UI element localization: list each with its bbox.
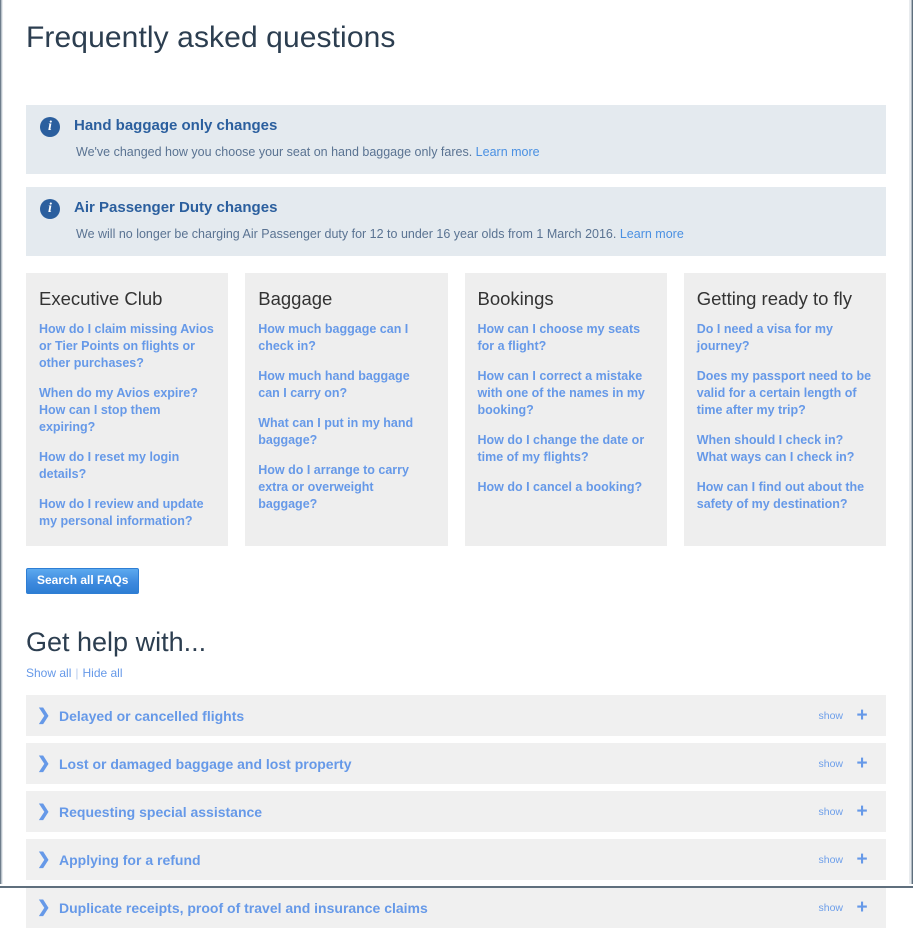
faq-question-link[interactable]: How do I arrange to carry extra or overw…: [258, 462, 434, 513]
faq-category-cards: Executive Club How do I claim missing Av…: [26, 273, 886, 546]
window-right-edge: [909, 0, 913, 888]
faq-question-list: How much baggage can I check in? How muc…: [258, 321, 434, 513]
window-bottom-edge: [0, 884, 913, 888]
plus-icon[interactable]: +: [855, 754, 869, 773]
accordion-show-label: show: [818, 805, 843, 818]
accordion-show-label: show: [818, 901, 843, 914]
faq-question-link[interactable]: How much hand baggage can I carry on?: [258, 368, 434, 402]
list-item: How do I claim missing Avios or Tier Poi…: [39, 321, 215, 372]
list-item: What can I put in my hand baggage?: [258, 415, 434, 449]
list-item: How do I change the date or time of my f…: [478, 432, 654, 466]
faq-question-link[interactable]: How do I review and update my personal i…: [39, 496, 215, 530]
faq-question-link[interactable]: How do I change the date or time of my f…: [478, 432, 654, 466]
chevron-right-icon: ❯: [37, 706, 51, 724]
card-title: Executive Club: [39, 288, 163, 309]
chevron-right-icon: ❯: [37, 754, 51, 772]
learn-more-link[interactable]: Learn more: [620, 227, 684, 241]
accordion-item-lost-or-damaged-baggage[interactable]: ❯ Lost or damaged baggage and lost prope…: [26, 743, 886, 784]
list-item: How can I find out about the safety of m…: [697, 479, 873, 513]
accordion-item-delayed-or-cancelled-flights[interactable]: ❯ Delayed or cancelled flights show +: [26, 695, 886, 736]
list-item: When do my Avios expire? How can I stop …: [39, 385, 215, 436]
list-item: Does my passport need to be valid for a …: [697, 368, 873, 419]
show-all-link[interactable]: Show all: [26, 666, 71, 680]
accordion-item-requesting-special-assistance[interactable]: ❯ Requesting special assistance show +: [26, 791, 886, 832]
faq-question-link[interactable]: How much baggage can I check in?: [258, 321, 434, 355]
list-item: How much hand baggage can I carry on?: [258, 368, 434, 402]
faq-question-link[interactable]: How do I cancel a booking?: [478, 479, 654, 496]
faq-question-link[interactable]: How do I claim missing Avios or Tier Poi…: [39, 321, 215, 372]
accordion-item-label: Applying for a refund: [59, 851, 201, 868]
notification-banner: i Air Passenger Duty changes We will no …: [26, 187, 886, 256]
learn-more-link[interactable]: Learn more: [476, 145, 540, 159]
faq-question-list: How do I claim missing Avios or Tier Poi…: [39, 321, 215, 530]
faq-question-list: How can I choose my seats for a flight? …: [478, 321, 654, 496]
chevron-right-icon: ❯: [37, 898, 51, 916]
banner-body: Hand baggage only changes We've changed …: [74, 116, 540, 161]
accordion-show-label: show: [818, 853, 843, 866]
list-item: How do I review and update my personal i…: [39, 496, 215, 530]
plus-icon[interactable]: +: [855, 850, 869, 869]
plus-icon[interactable]: +: [855, 802, 869, 821]
list-item: How much baggage can I check in?: [258, 321, 434, 355]
faq-question-link[interactable]: How do I reset my login details?: [39, 449, 215, 483]
banner-body: Air Passenger Duty changes We will no lo…: [74, 198, 684, 243]
list-item: How can I choose my seats for a flight?: [478, 321, 654, 355]
card-title: Baggage: [258, 288, 333, 309]
separator: |: [75, 666, 79, 680]
page-title: Frequently asked questions: [26, 21, 396, 54]
faq-card-getting-ready-to-fly: Getting ready to fly Do I need a visa fo…: [683, 273, 886, 546]
page-content: Frequently asked questions i Hand baggag…: [3, 0, 909, 928]
accordion-show-label: show: [818, 709, 843, 722]
plus-icon[interactable]: +: [855, 706, 869, 725]
card-title: Getting ready to fly: [696, 288, 853, 309]
faq-question-link[interactable]: Does my passport need to be valid for a …: [697, 368, 873, 419]
chevron-right-icon: ❯: [37, 802, 51, 820]
faq-question-link[interactable]: When should I check in? What ways can I …: [697, 432, 873, 466]
help-accordion: ❯ Delayed or cancelled flights show + ❯ …: [26, 695, 886, 928]
hide-all-link[interactable]: Hide all: [82, 666, 122, 680]
accordion-item-applying-for-a-refund[interactable]: ❯ Applying for a refund show +: [26, 839, 886, 880]
notification-banner: i Hand baggage only changes We've change…: [26, 105, 886, 174]
banner-title: Hand baggage only changes: [74, 117, 278, 134]
accordion-item-label: Requesting special assistance: [59, 803, 263, 820]
banner-text: We've changed how you choose your seat o…: [76, 143, 540, 161]
card-title: Bookings: [477, 288, 554, 309]
list-item: How do I cancel a booking?: [478, 479, 654, 496]
banner-title: Air Passenger Duty changes: [74, 199, 278, 216]
accordion-show-label: show: [818, 757, 843, 770]
list-item: How do I arrange to carry extra or overw…: [258, 462, 434, 513]
banner-text-copy: We will no longer be charging Air Passen…: [76, 227, 617, 241]
search-all-faqs-button[interactable]: Search all FAQs: [26, 568, 140, 594]
search-faq-container: Search all FAQs: [26, 568, 886, 594]
toggle-all-controls: Show all | Hide all: [26, 666, 886, 680]
faq-question-link[interactable]: What can I put in my hand baggage?: [258, 415, 434, 449]
chevron-right-icon: ❯: [37, 850, 51, 868]
list-item: How do I reset my login details?: [39, 449, 215, 483]
faq-card-baggage: Baggage How much baggage can I check in?…: [245, 273, 448, 546]
accordion-item-duplicate-receipts[interactable]: ❯ Duplicate receipts, proof of travel an…: [26, 887, 886, 928]
faq-question-link[interactable]: How can I find out about the safety of m…: [697, 479, 873, 513]
banner-text-copy: We've changed how you choose your seat o…: [76, 145, 473, 159]
notification-banners: i Hand baggage only changes We've change…: [26, 105, 886, 256]
get-help-heading: Get help with...: [26, 627, 207, 657]
info-icon: i: [40, 117, 60, 137]
list-item: How can I correct a mistake with one of …: [478, 368, 654, 419]
banner-text: We will no longer be charging Air Passen…: [76, 225, 684, 243]
faq-card-executive-club: Executive Club How do I claim missing Av…: [26, 273, 229, 546]
list-item: When should I check in? What ways can I …: [697, 432, 873, 466]
faq-card-bookings: Bookings How can I choose my seats for a…: [464, 273, 667, 546]
faq-question-link[interactable]: When do my Avios expire? How can I stop …: [39, 385, 215, 436]
faq-question-link[interactable]: How can I correct a mistake with one of …: [478, 368, 654, 419]
faq-page: Frequently asked questions i Hand baggag…: [3, 0, 909, 928]
list-item: Do I need a visa for my journey?: [697, 321, 873, 355]
faq-question-list: Do I need a visa for my journey? Does my…: [697, 321, 873, 513]
accordion-item-label: Delayed or cancelled flights: [59, 707, 245, 724]
info-icon: i: [40, 199, 60, 219]
accordion-item-label: Lost or damaged baggage and lost propert…: [59, 755, 352, 772]
faq-question-link[interactable]: How can I choose my seats for a flight?: [478, 321, 654, 355]
faq-question-link[interactable]: Do I need a visa for my journey?: [697, 321, 873, 355]
plus-icon[interactable]: +: [855, 898, 869, 917]
accordion-item-label: Duplicate receipts, proof of travel and …: [59, 899, 428, 916]
